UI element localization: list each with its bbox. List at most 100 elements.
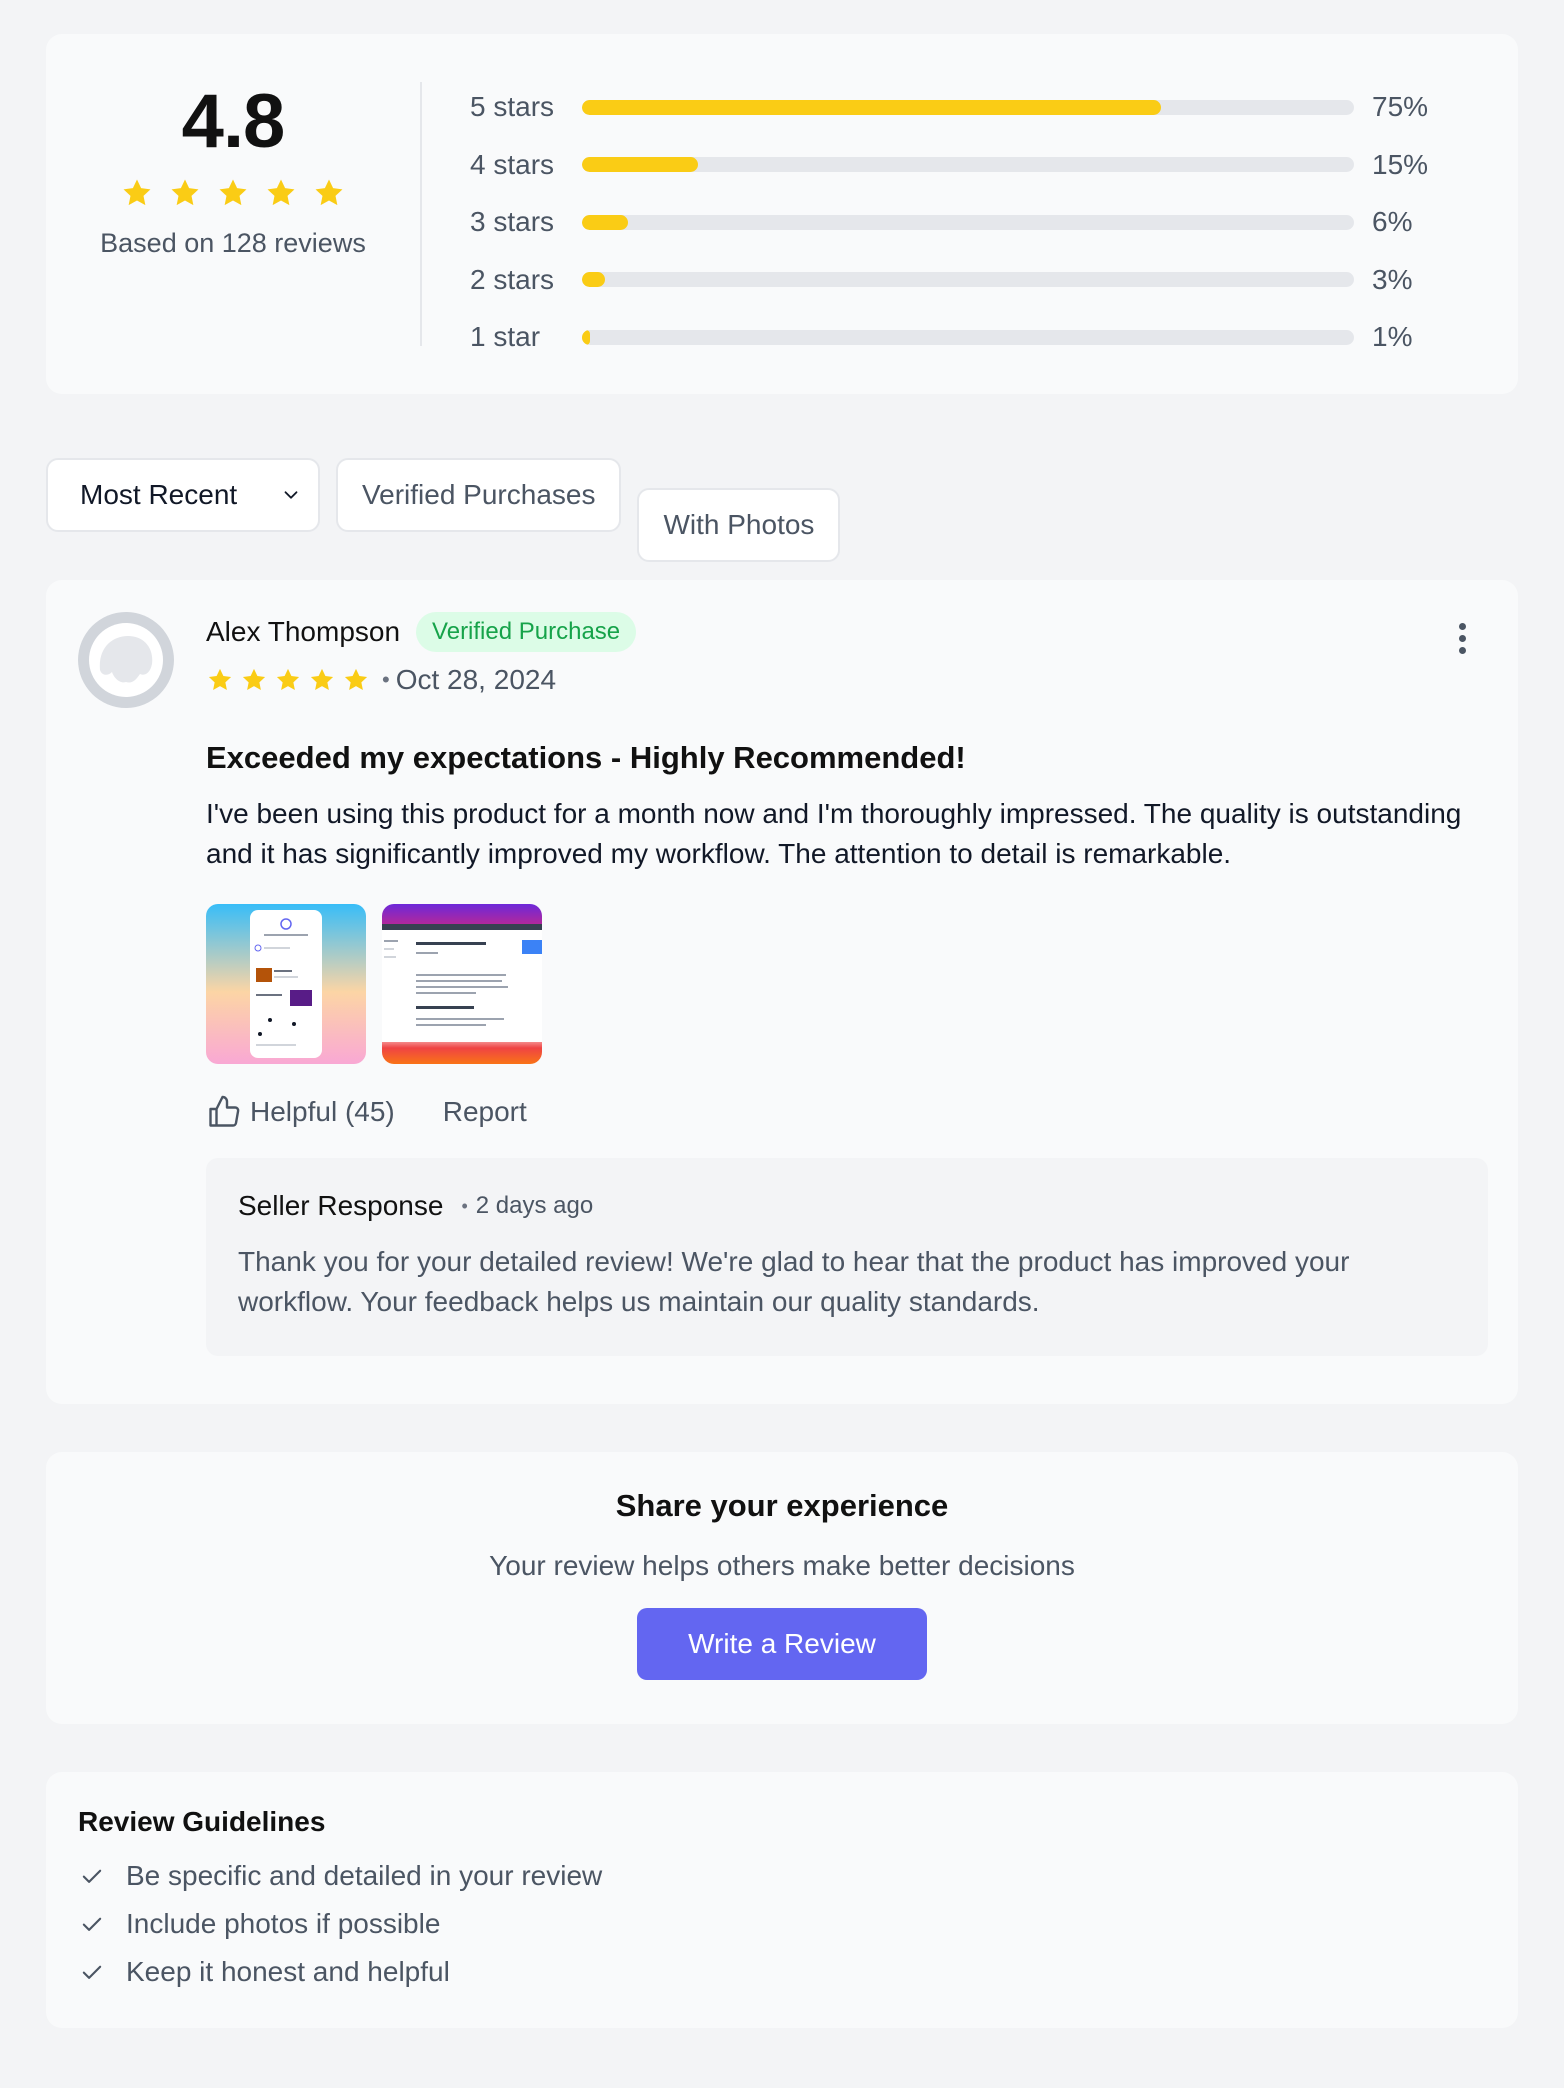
seller-response-label: Seller Response: [238, 1190, 444, 1221]
document-screenshot: [382, 924, 542, 1042]
review-photos: [206, 904, 1486, 1064]
review-count: Based on 128 reviews: [100, 228, 366, 258]
star-icon: [315, 179, 343, 206]
seller-response-time: 2 days ago: [475, 1192, 594, 1219]
more-vertical-icon-dot: [1458, 646, 1466, 654]
sort-select[interactable]: Most Recent: [46, 458, 320, 532]
review-guidelines-card: Review Guidelines Be specific and detail…: [46, 1772, 1518, 2028]
star-icon: [267, 179, 295, 206]
with-photos-filter-button[interactable]: With Photos: [637, 488, 841, 562]
distribution-fill: [582, 214, 629, 230]
author-line: Alex Thompson Verified Purchase: [206, 612, 637, 652]
author-block: Alex Thompson Verified Purchase • Oct 28…: [206, 612, 637, 700]
distribution-row-1[interactable]: 1 star 1%: [470, 318, 1518, 356]
star-icon: [310, 668, 334, 691]
star-icon: [171, 179, 199, 206]
review-header: Alex Thompson Verified Purchase • Oct 28…: [78, 612, 1486, 708]
average-rating-block: 4.8 Based on 128 reviews: [46, 82, 422, 346]
review-photo-thumbnail[interactable]: [206, 904, 366, 1064]
user-avatar-icon: [78, 612, 174, 708]
document-illustration: [382, 924, 542, 1026]
guideline-item: Keep it honest and helpful: [78, 1948, 1486, 1996]
star-icon: [219, 179, 247, 206]
verified-purchases-filter-button[interactable]: Verified Purchases: [336, 458, 622, 532]
review-body: Exceeded my expectations - Highly Recomm…: [206, 740, 1488, 1356]
distribution-percent: 15%: [1372, 148, 1429, 180]
distribution-percent: 75%: [1372, 91, 1429, 122]
distribution-row-2[interactable]: 2 stars 3%: [470, 261, 1518, 299]
date-separator: •: [382, 667, 390, 692]
more-vertical-icon: [1458, 622, 1466, 630]
distribution-percent: 3%: [1372, 263, 1413, 295]
distribution-label: 5 stars: [470, 91, 555, 122]
sort-select-value: Most Recent: [80, 479, 238, 510]
seller-response-header: Seller Response • 2 days ago: [238, 1188, 1456, 1224]
guideline-text: Be specific and detailed in your review: [126, 1860, 603, 1891]
seller-response-separator: •: [461, 1195, 468, 1216]
star-icon: [344, 668, 368, 691]
helpful-button[interactable]: Helpful (45): [206, 1094, 395, 1130]
review-meta: • Oct 28, 2024: [206, 660, 636, 700]
review-filters: Most Recent Verified Purchases With Phot…: [46, 458, 1518, 562]
guideline-item: Include photos if possible: [78, 1900, 1486, 1948]
distribution-track: [582, 157, 1354, 172]
distribution-percent: 6%: [1372, 206, 1413, 237]
distribution-track: [582, 329, 1354, 345]
guidelines-title: Review Guidelines: [78, 1806, 326, 1837]
report-button[interactable]: Report: [443, 1096, 527, 1128]
check-icon: [82, 1869, 102, 1883]
distribution-fill: [582, 157, 698, 172]
distribution-fill: [582, 99, 1161, 115]
review-card: Alex Thompson Verified Purchase • Oct 28…: [46, 580, 1518, 1404]
guideline-text: Keep it honest and helpful: [126, 1956, 450, 1987]
phone-mockup: [250, 910, 322, 1058]
share-experience-card: Share your experience Your review helps …: [46, 1452, 1518, 1724]
review-stars: [206, 666, 370, 694]
guidelines-list: Be specific and detailed in your review …: [78, 1852, 1486, 1996]
distribution-label: 2 stars: [470, 263, 555, 295]
distribution-row-3[interactable]: 3 stars 6%: [470, 203, 1518, 241]
review-date: Oct 28, 2024: [395, 664, 557, 695]
review-photo-thumbnail[interactable]: [382, 904, 542, 1064]
average-rating: 4.8: [181, 79, 286, 164]
verified-purchase-badge: Verified Purchase: [416, 612, 637, 652]
avatar: [78, 612, 174, 708]
distribution-label: 1 star: [470, 321, 541, 352]
reviews-page: 4.8 Based on 128 reviews 5 stars 75% 4 s…: [0, 0, 1564, 2088]
seller-response: Seller Response • 2 days ago Thank you f…: [206, 1158, 1488, 1356]
more-vertical-icon-dot: [1458, 634, 1466, 642]
distribution-label: 3 stars: [470, 206, 555, 237]
distribution-fill: [582, 329, 590, 345]
distribution-row-5[interactable]: 5 stars 75%: [470, 88, 1518, 126]
distribution-fill: [582, 272, 606, 287]
star-icon: [123, 179, 151, 206]
distribution-track: [582, 99, 1354, 115]
review-title: Exceeded my expectations - Highly Recomm…: [206, 740, 966, 775]
check-icon: [82, 1917, 102, 1931]
share-title: Share your experience: [615, 1488, 949, 1523]
rating-distribution: 5 stars 75% 4 stars 15% 3 stars 6% 2 sta…: [422, 82, 1518, 356]
rating-summary-card: 4.8 Based on 128 reviews 5 stars 75% 4 s…: [46, 34, 1518, 394]
review-text: I've been using this product for a month…: [206, 798, 1462, 869]
distribution-track: [582, 214, 1354, 230]
write-review-button[interactable]: Write a Review: [637, 1608, 927, 1680]
review-actions: Helpful (45) Report: [206, 1092, 1486, 1132]
phone-screen-illustration: [254, 918, 312, 1046]
thumbs-up-icon: [209, 1095, 240, 1127]
star-icon: [208, 668, 232, 691]
distribution-row-4[interactable]: 4 stars 15%: [470, 146, 1518, 184]
distribution-percent: 1%: [1372, 321, 1413, 352]
chevron-down-icon: [284, 491, 298, 499]
average-stars: [120, 176, 346, 210]
more-options-button[interactable]: [1446, 614, 1478, 662]
check-icon: [82, 1965, 102, 1979]
star-icon: [242, 668, 266, 691]
distribution-track: [582, 272, 1354, 287]
author-name: Alex Thompson: [206, 616, 401, 647]
share-subtitle: Your review helps others make better dec…: [489, 1550, 1075, 1581]
star-icon: [276, 668, 300, 691]
guideline-item: Be specific and detailed in your review: [78, 1852, 1486, 1900]
distribution-label: 4 stars: [470, 148, 555, 180]
seller-response-text: Thank you for your detailed review! We'r…: [238, 1246, 1350, 1317]
guideline-text: Include photos if possible: [126, 1908, 441, 1939]
